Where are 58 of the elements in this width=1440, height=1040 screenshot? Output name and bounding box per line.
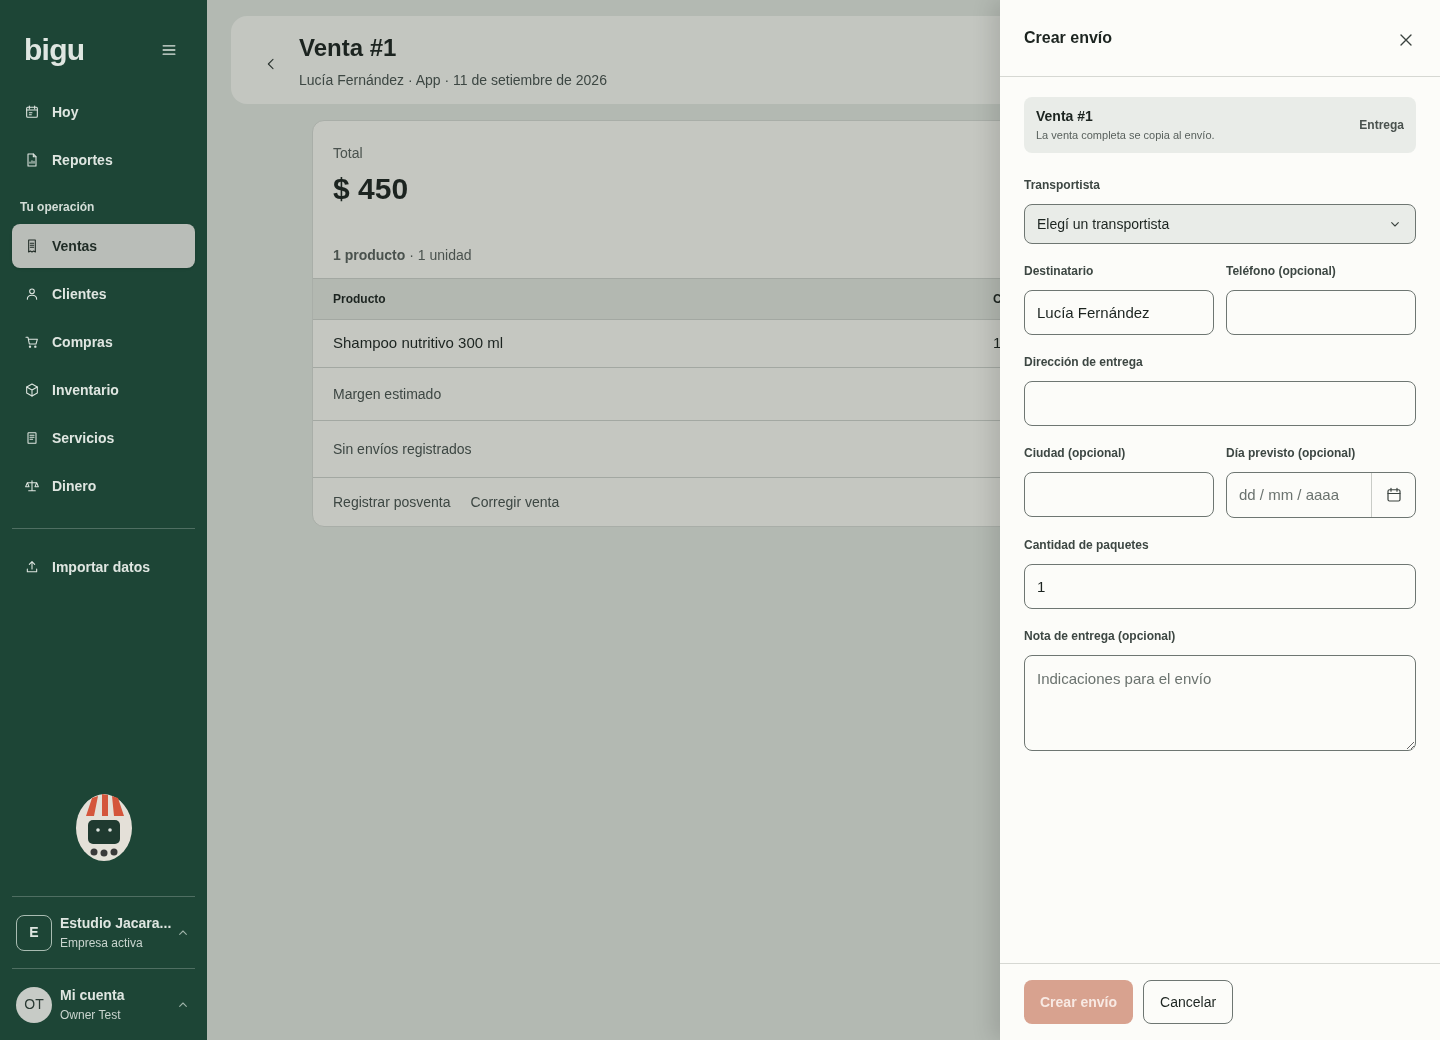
scale-icon [24, 478, 40, 494]
input-field[interactable]: Lucía Fernández [1024, 290, 1214, 335]
user-avatar: OT [16, 986, 52, 1023]
app-logo: bigu [24, 35, 85, 65]
input-field[interactable]: 1 [1024, 564, 1416, 609]
page-subtitle: Lucía Fernández · App · 11 de setiembre de 2026 [299, 70, 607, 90]
total-label: Total [333, 144, 363, 163]
cart-icon [24, 334, 40, 350]
drawer-title: Crear envío [1024, 28, 1113, 48]
upload-icon [24, 559, 40, 575]
total-amount: $ 450 [333, 171, 409, 207]
box-icon [24, 382, 40, 398]
text-area[interactable]: Indicaciones para el envío [1024, 655, 1416, 751]
nav-item[interactable]: Reportes [12, 138, 195, 182]
date-field[interactable]: dd / mm / aaaa [1226, 472, 1416, 518]
document-icon [24, 430, 40, 446]
field-label: Transportista [1024, 177, 1102, 194]
person-icon [24, 286, 40, 302]
calendar-icon[interactable] [1384, 486, 1403, 504]
field-label: Ciudad (opcional) [1024, 445, 1127, 462]
account-name: Mi cuenta [60, 986, 126, 1005]
nav-item[interactable]: Hoy [12, 90, 195, 134]
field-label: Dirección de entrega [1024, 354, 1144, 371]
report-icon [24, 152, 40, 168]
item-count: 1 producto · 1 unidad [333, 246, 472, 265]
company-subtitle: Empresa activa [60, 935, 144, 952]
column-header: Producto [333, 291, 387, 308]
nav-item[interactable]: Clientes [12, 272, 195, 316]
cancel-button[interactable]: Cancelar [1143, 980, 1234, 1024]
field-label: Destinatario [1024, 263, 1095, 280]
account-subtitle: Owner Test [60, 1007, 122, 1024]
company-avatar: E [16, 914, 52, 951]
nav-item[interactable]: Importar datos [12, 545, 195, 589]
margin-label: Margen estimado [333, 384, 442, 404]
calendar-icon [24, 104, 40, 120]
field-label: Teléfono (opcional) [1226, 263, 1337, 280]
sale-type: Entrega [1359, 117, 1404, 134]
sale-description: La venta completa se copia al envío. [1036, 128, 1215, 144]
action-link[interactable]: Corregir venta [470, 491, 560, 513]
input-field[interactable] [1024, 472, 1214, 517]
sale-title: Venta #1 [1036, 107, 1094, 127]
section-heading: Tu operación [19, 199, 96, 216]
field-label: Nota de entrega (opcional) [1024, 628, 1177, 645]
field-label: Día previsto (opcional) [1226, 445, 1357, 462]
nav-item[interactable]: Dinero [12, 464, 195, 508]
carrier-dropdown[interactable]: Elegí un transportista [1024, 204, 1416, 244]
table-cell-text: Shampoo nutritivo 300 ml [333, 333, 505, 354]
field-label: Cantidad de paquetes [1024, 537, 1150, 554]
nav-item[interactable]: Servicios [12, 416, 195, 460]
nav-item[interactable]: Ventas [12, 224, 195, 268]
input-field[interactable] [1226, 290, 1416, 335]
page-title: Venta #1 [299, 32, 398, 63]
nav-item[interactable]: Inventario [12, 368, 195, 412]
action-link[interactable]: Registrar posventa [333, 491, 451, 513]
date-input[interactable]: dd / mm / aaaa [1227, 473, 1371, 517]
nav-item[interactable]: Compras [12, 320, 195, 364]
input-field[interactable] [1024, 381, 1416, 426]
shipments-text: Sin envíos registrados [333, 439, 472, 459]
